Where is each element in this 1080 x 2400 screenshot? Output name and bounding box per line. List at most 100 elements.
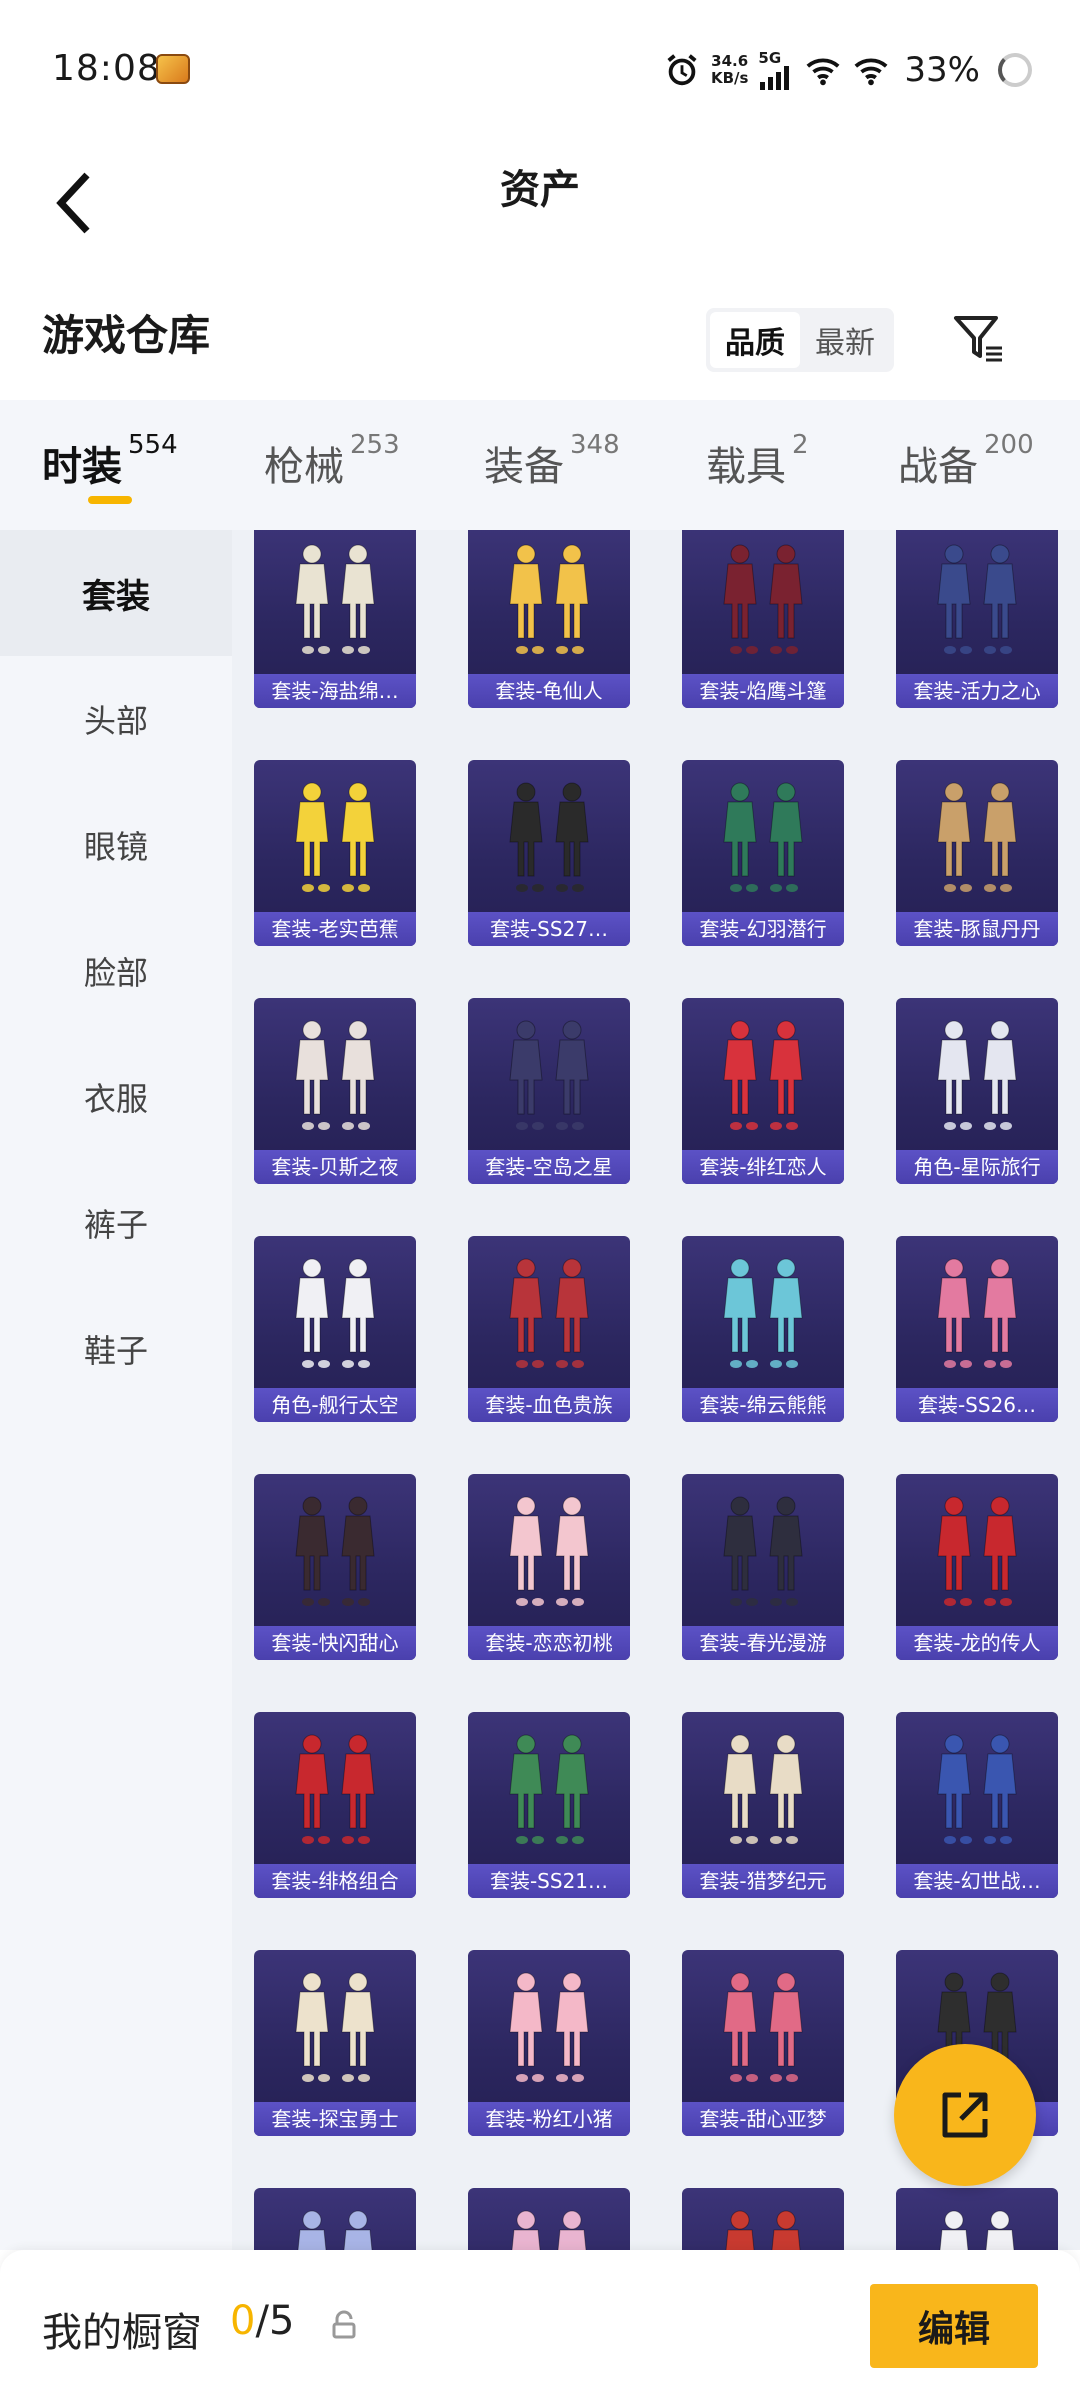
item-name: 套装-猎梦纪元 bbox=[682, 1864, 844, 1898]
outfit-preview-icon bbox=[509, 1496, 589, 1606]
item-name: 套装-春光漫游 bbox=[682, 1626, 844, 1660]
item-card[interactable]: 套装-恋恋初桃 bbox=[468, 1474, 630, 1660]
tab-label: 战备 bbox=[898, 444, 978, 490]
outfit-preview-icon bbox=[723, 544, 803, 654]
outfit-preview-icon bbox=[723, 1972, 803, 2082]
sidebar-item-glasses[interactable]: 眼镜 bbox=[0, 782, 232, 908]
item-name: 套装-血色贵族 bbox=[468, 1388, 630, 1422]
outfit-preview-icon bbox=[295, 782, 375, 892]
showcase-bar: 我的橱窗 0 / 5 编辑 bbox=[0, 2250, 1080, 2400]
section-title: 游戏仓库 bbox=[42, 311, 211, 360]
item-card[interactable]: 套装-空岛之星 bbox=[468, 998, 630, 1184]
item-card[interactable]: 角色-星际旅行 bbox=[896, 998, 1058, 1184]
item-card[interactable] bbox=[468, 2188, 630, 2250]
item-card[interactable] bbox=[896, 2188, 1058, 2250]
tab-label: 时装 bbox=[42, 444, 122, 490]
outfit-preview-icon bbox=[937, 1496, 1017, 1606]
edit-button[interactable]: 编辑 bbox=[870, 2284, 1038, 2368]
tab-active-indicator bbox=[88, 496, 132, 504]
item-card[interactable] bbox=[254, 2188, 416, 2250]
item-name: 套装-SS27… bbox=[468, 912, 630, 946]
item-grid: 套装-海盐绵… 套装-龟仙人 套装-焰鹰斗篷 套装-活力之心 套装-老实芭蕉 套装-SS2… bbox=[232, 530, 1080, 2250]
item-card[interactable]: 套装-血色贵族 bbox=[468, 1236, 630, 1422]
outfit-preview-icon bbox=[509, 544, 589, 654]
sidebar-item-suits[interactable]: 套装 bbox=[0, 530, 232, 656]
item-name: 套装-幻世战… bbox=[896, 1864, 1058, 1898]
outfit-preview-icon bbox=[509, 1734, 589, 1844]
item-card[interactable]: 套装-春光漫游 bbox=[682, 1474, 844, 1660]
item-card[interactable]: 套装-豚鼠丹丹 bbox=[896, 760, 1058, 946]
share-fab-button[interactable] bbox=[894, 2044, 1036, 2186]
item-card[interactable]: 套装-甜心亚梦 bbox=[682, 1950, 844, 2136]
tab-equipment[interactable]: 装备 348 bbox=[484, 430, 620, 492]
outfit-preview-icon bbox=[295, 1496, 375, 1606]
item-card[interactable]: 套装-贝斯之夜 bbox=[254, 998, 416, 1184]
item-card[interactable]: 套装-幻世战… bbox=[896, 1712, 1058, 1898]
item-card[interactable]: 套装-SS21… bbox=[468, 1712, 630, 1898]
tab-supplies[interactable]: 战备 200 bbox=[898, 430, 1034, 492]
section-header: 游戏仓库 品质 最新 bbox=[0, 270, 1080, 400]
item-name: 套装-恋恋初桃 bbox=[468, 1626, 630, 1660]
item-card[interactable]: 套装-龟仙人 bbox=[468, 530, 630, 708]
tab-vehicles[interactable]: 载具 2 bbox=[706, 430, 809, 492]
outfit-preview-icon bbox=[511, 2210, 587, 2250]
item-card[interactable]: 套装-幻羽潜行 bbox=[682, 760, 844, 946]
item-card[interactable]: 套装-活力之心 bbox=[896, 530, 1058, 708]
item-card[interactable]: 套装-焰鹰斗篷 bbox=[682, 530, 844, 708]
status-time: 18:08 bbox=[52, 48, 161, 89]
item-card[interactable]: 套装-绵云熊熊 bbox=[682, 1236, 844, 1422]
item-name: 套装-活力之心 bbox=[896, 674, 1058, 708]
item-card[interactable]: 套装-海盐绵… bbox=[254, 530, 416, 708]
filter-button[interactable] bbox=[938, 298, 1018, 378]
battery-percent: 33% bbox=[904, 50, 980, 90]
item-card[interactable]: 套装-猎梦纪元 bbox=[682, 1712, 844, 1898]
item-card[interactable]: 套装-SS27… bbox=[468, 760, 630, 946]
item-card[interactable] bbox=[682, 2188, 844, 2250]
outfit-preview-icon bbox=[509, 1972, 589, 2082]
tab-fashion[interactable]: 时装 554 bbox=[42, 430, 178, 492]
tab-count: 2 bbox=[792, 430, 809, 460]
item-name: 套装-老实芭蕉 bbox=[254, 912, 416, 946]
wifi-icon bbox=[806, 58, 840, 86]
item-card[interactable]: 套装-SS26… bbox=[896, 1236, 1058, 1422]
tab-guns[interactable]: 枪械 253 bbox=[264, 430, 400, 492]
item-name: 套装-幻羽潜行 bbox=[682, 912, 844, 946]
item-card[interactable]: 角色-舰行太空 bbox=[254, 1236, 416, 1422]
tab-count: 554 bbox=[128, 430, 178, 460]
item-card[interactable]: 套装-老实芭蕉 bbox=[254, 760, 416, 946]
showcase-label: 我的橱窗 bbox=[42, 2310, 202, 2356]
tab-label: 载具 bbox=[706, 444, 786, 490]
alarm-icon bbox=[667, 54, 697, 86]
item-card[interactable]: 套装-绯格组合 bbox=[254, 1712, 416, 1898]
sort-option-newest[interactable]: 最新 bbox=[800, 312, 890, 368]
sidebar-item-pants[interactable]: 裤子 bbox=[0, 1160, 232, 1286]
outfit-preview-icon bbox=[295, 1972, 375, 2082]
item-card[interactable]: 套装-探宝勇士 bbox=[254, 1950, 416, 2136]
tab-label: 枪械 bbox=[264, 444, 344, 490]
status-icons: 34.6 KB/s 5G 33% bbox=[663, 46, 1032, 94]
sidebar-item-head[interactable]: 头部 bbox=[0, 656, 232, 782]
item-name: 角色-舰行太空 bbox=[254, 1388, 416, 1422]
outfit-preview-icon bbox=[723, 1258, 803, 1368]
outfit-preview-icon bbox=[937, 544, 1017, 654]
item-name: 套装-SS26… bbox=[896, 1388, 1058, 1422]
item-card[interactable]: 套装-快闪甜心 bbox=[254, 1474, 416, 1660]
sidebar-item-clothes[interactable]: 衣服 bbox=[0, 1034, 232, 1160]
sidebar-item-shoes[interactable]: 鞋子 bbox=[0, 1286, 232, 1412]
outfit-preview-icon bbox=[509, 1020, 589, 1130]
sub-category-sidebar: 套装 头部 眼镜 脸部 衣服 裤子 鞋子 bbox=[0, 530, 232, 2250]
item-card[interactable]: 套装-绯红恋人 bbox=[682, 998, 844, 1184]
outfit-preview-icon bbox=[297, 2210, 373, 2250]
tab-label: 装备 bbox=[484, 444, 564, 490]
item-name: 套装-SS21… bbox=[468, 1864, 630, 1898]
outfit-preview-icon bbox=[509, 1258, 589, 1368]
net-speed-unit: KB/s bbox=[710, 69, 749, 87]
sort-option-quality[interactable]: 品质 bbox=[710, 312, 800, 368]
item-name: 角色-星际旅行 bbox=[896, 1150, 1058, 1184]
outfit-preview-icon bbox=[295, 1020, 375, 1130]
item-card[interactable]: 套装-龙的传人 bbox=[896, 1474, 1058, 1660]
showcase-current: 0 bbox=[230, 2298, 256, 2344]
item-card[interactable]: 套装-粉红小猪 bbox=[468, 1950, 630, 2136]
outfit-preview-icon bbox=[939, 2210, 1015, 2250]
sidebar-item-face[interactable]: 脸部 bbox=[0, 908, 232, 1034]
